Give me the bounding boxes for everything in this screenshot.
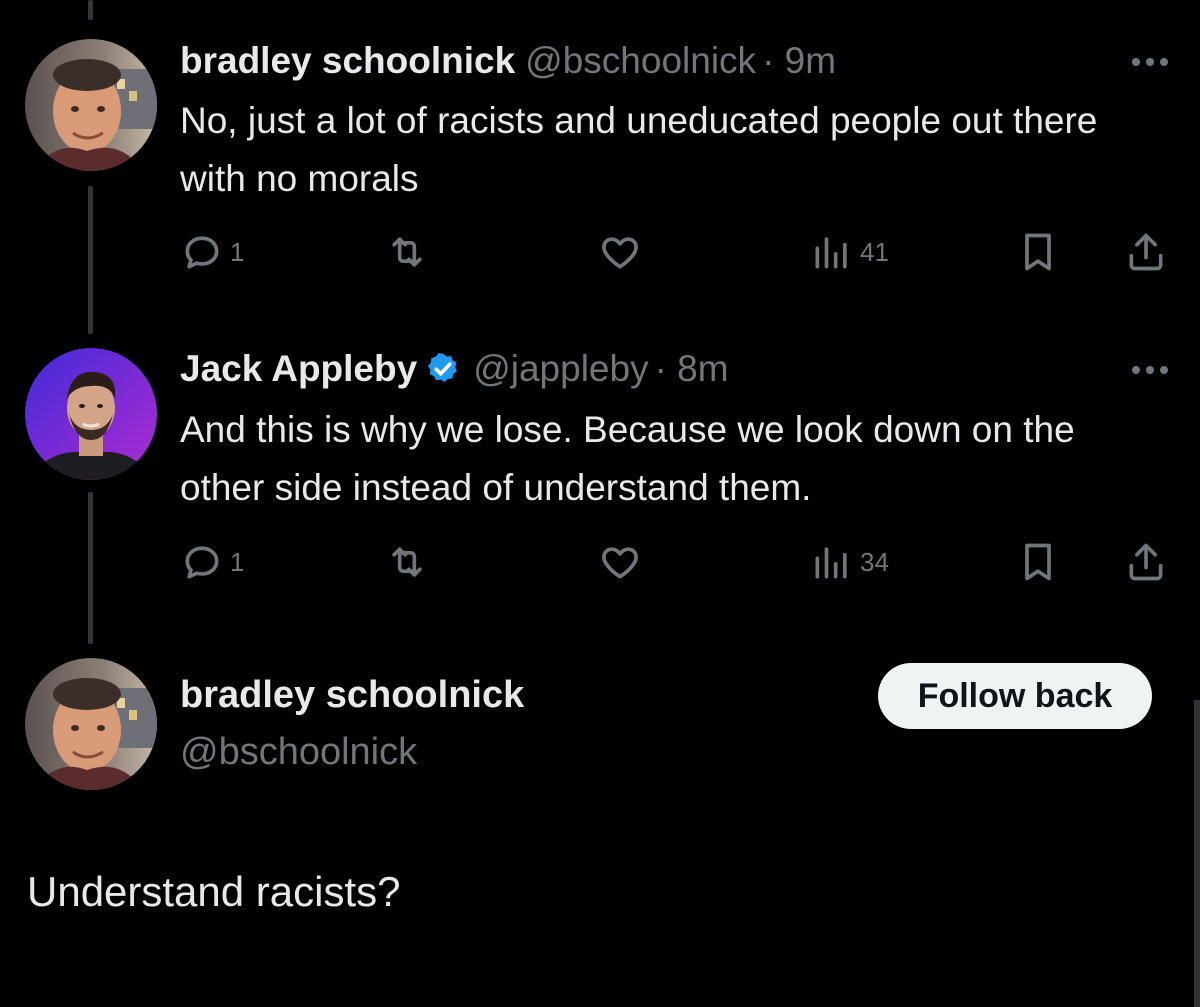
retweet-button[interactable] <box>385 230 429 274</box>
tweet-time[interactable]: · 9m <box>762 39 836 83</box>
thread-line-top <box>88 0 93 20</box>
bookmark-button[interactable] <box>1016 540 1060 584</box>
author-name[interactable]: Jack Appleby <box>180 347 417 391</box>
share-button[interactable] <box>1124 540 1168 584</box>
share-icon <box>1129 233 1163 271</box>
reply-icon <box>185 546 219 579</box>
author-handle[interactable]: @jappleby <box>473 347 648 391</box>
reply-count: 1 <box>230 236 245 267</box>
reply-button[interactable]: 1 <box>180 230 244 274</box>
scrollbar[interactable] <box>1194 700 1200 1007</box>
heart-icon <box>602 237 638 269</box>
avatar-bradley[interactable] <box>25 39 157 171</box>
thread-line-1 <box>88 186 93 334</box>
views-count: 34 <box>860 546 889 577</box>
profile-name[interactable]: bradley schoolnick <box>180 674 524 717</box>
reply-count: 1 <box>230 546 245 577</box>
views-button[interactable]: 34 <box>810 540 889 584</box>
heart-icon <box>602 547 638 579</box>
views-count: 41 <box>860 236 889 267</box>
reply-icon <box>185 236 219 269</box>
like-button[interactable] <box>598 540 642 584</box>
avatar-bradley[interactable] <box>25 658 157 790</box>
reply-text: Understand racists? <box>27 868 401 915</box>
more-icon[interactable] <box>1130 363 1170 377</box>
thread-line-2 <box>88 492 93 644</box>
tweet-text: And this is why we lose. Because we look… <box>180 409 1075 508</box>
tweet-actions: 1 41 <box>180 230 1170 280</box>
retweet-icon <box>392 547 422 577</box>
like-button[interactable] <box>598 230 642 274</box>
reply-button[interactable]: 1 <box>180 540 244 584</box>
tweet-header: Jack Appleby @jappleby · 8m <box>180 347 729 391</box>
tweet-header: bradley schoolnick @bschoolnick · 9m <box>180 39 836 83</box>
tweet-actions: 1 34 <box>180 540 1170 590</box>
profile-handle[interactable]: @bschoolnick <box>180 731 417 774</box>
bookmark-button[interactable] <box>1016 230 1060 274</box>
views-icon <box>815 547 847 579</box>
bookmark-icon <box>1025 543 1051 581</box>
bookmark-icon <box>1025 233 1051 271</box>
more-icon[interactable] <box>1130 55 1170 69</box>
share-button[interactable] <box>1124 230 1168 274</box>
tweet-text: No, just a lot of racists and uneducated… <box>180 100 1098 199</box>
views-button[interactable]: 41 <box>810 230 889 274</box>
views-icon <box>815 237 847 269</box>
tweet-time[interactable]: · 8m <box>655 347 729 391</box>
verified-badge-icon <box>428 353 457 382</box>
retweet-button[interactable] <box>385 540 429 584</box>
avatar-jack[interactable] <box>25 348 157 480</box>
author-name[interactable]: bradley schoolnick <box>180 39 515 83</box>
share-icon <box>1129 543 1163 581</box>
retweet-icon <box>392 237 422 267</box>
author-handle[interactable]: @bschoolnick <box>525 39 756 83</box>
follow-back-button[interactable]: Follow back <box>878 663 1152 729</box>
